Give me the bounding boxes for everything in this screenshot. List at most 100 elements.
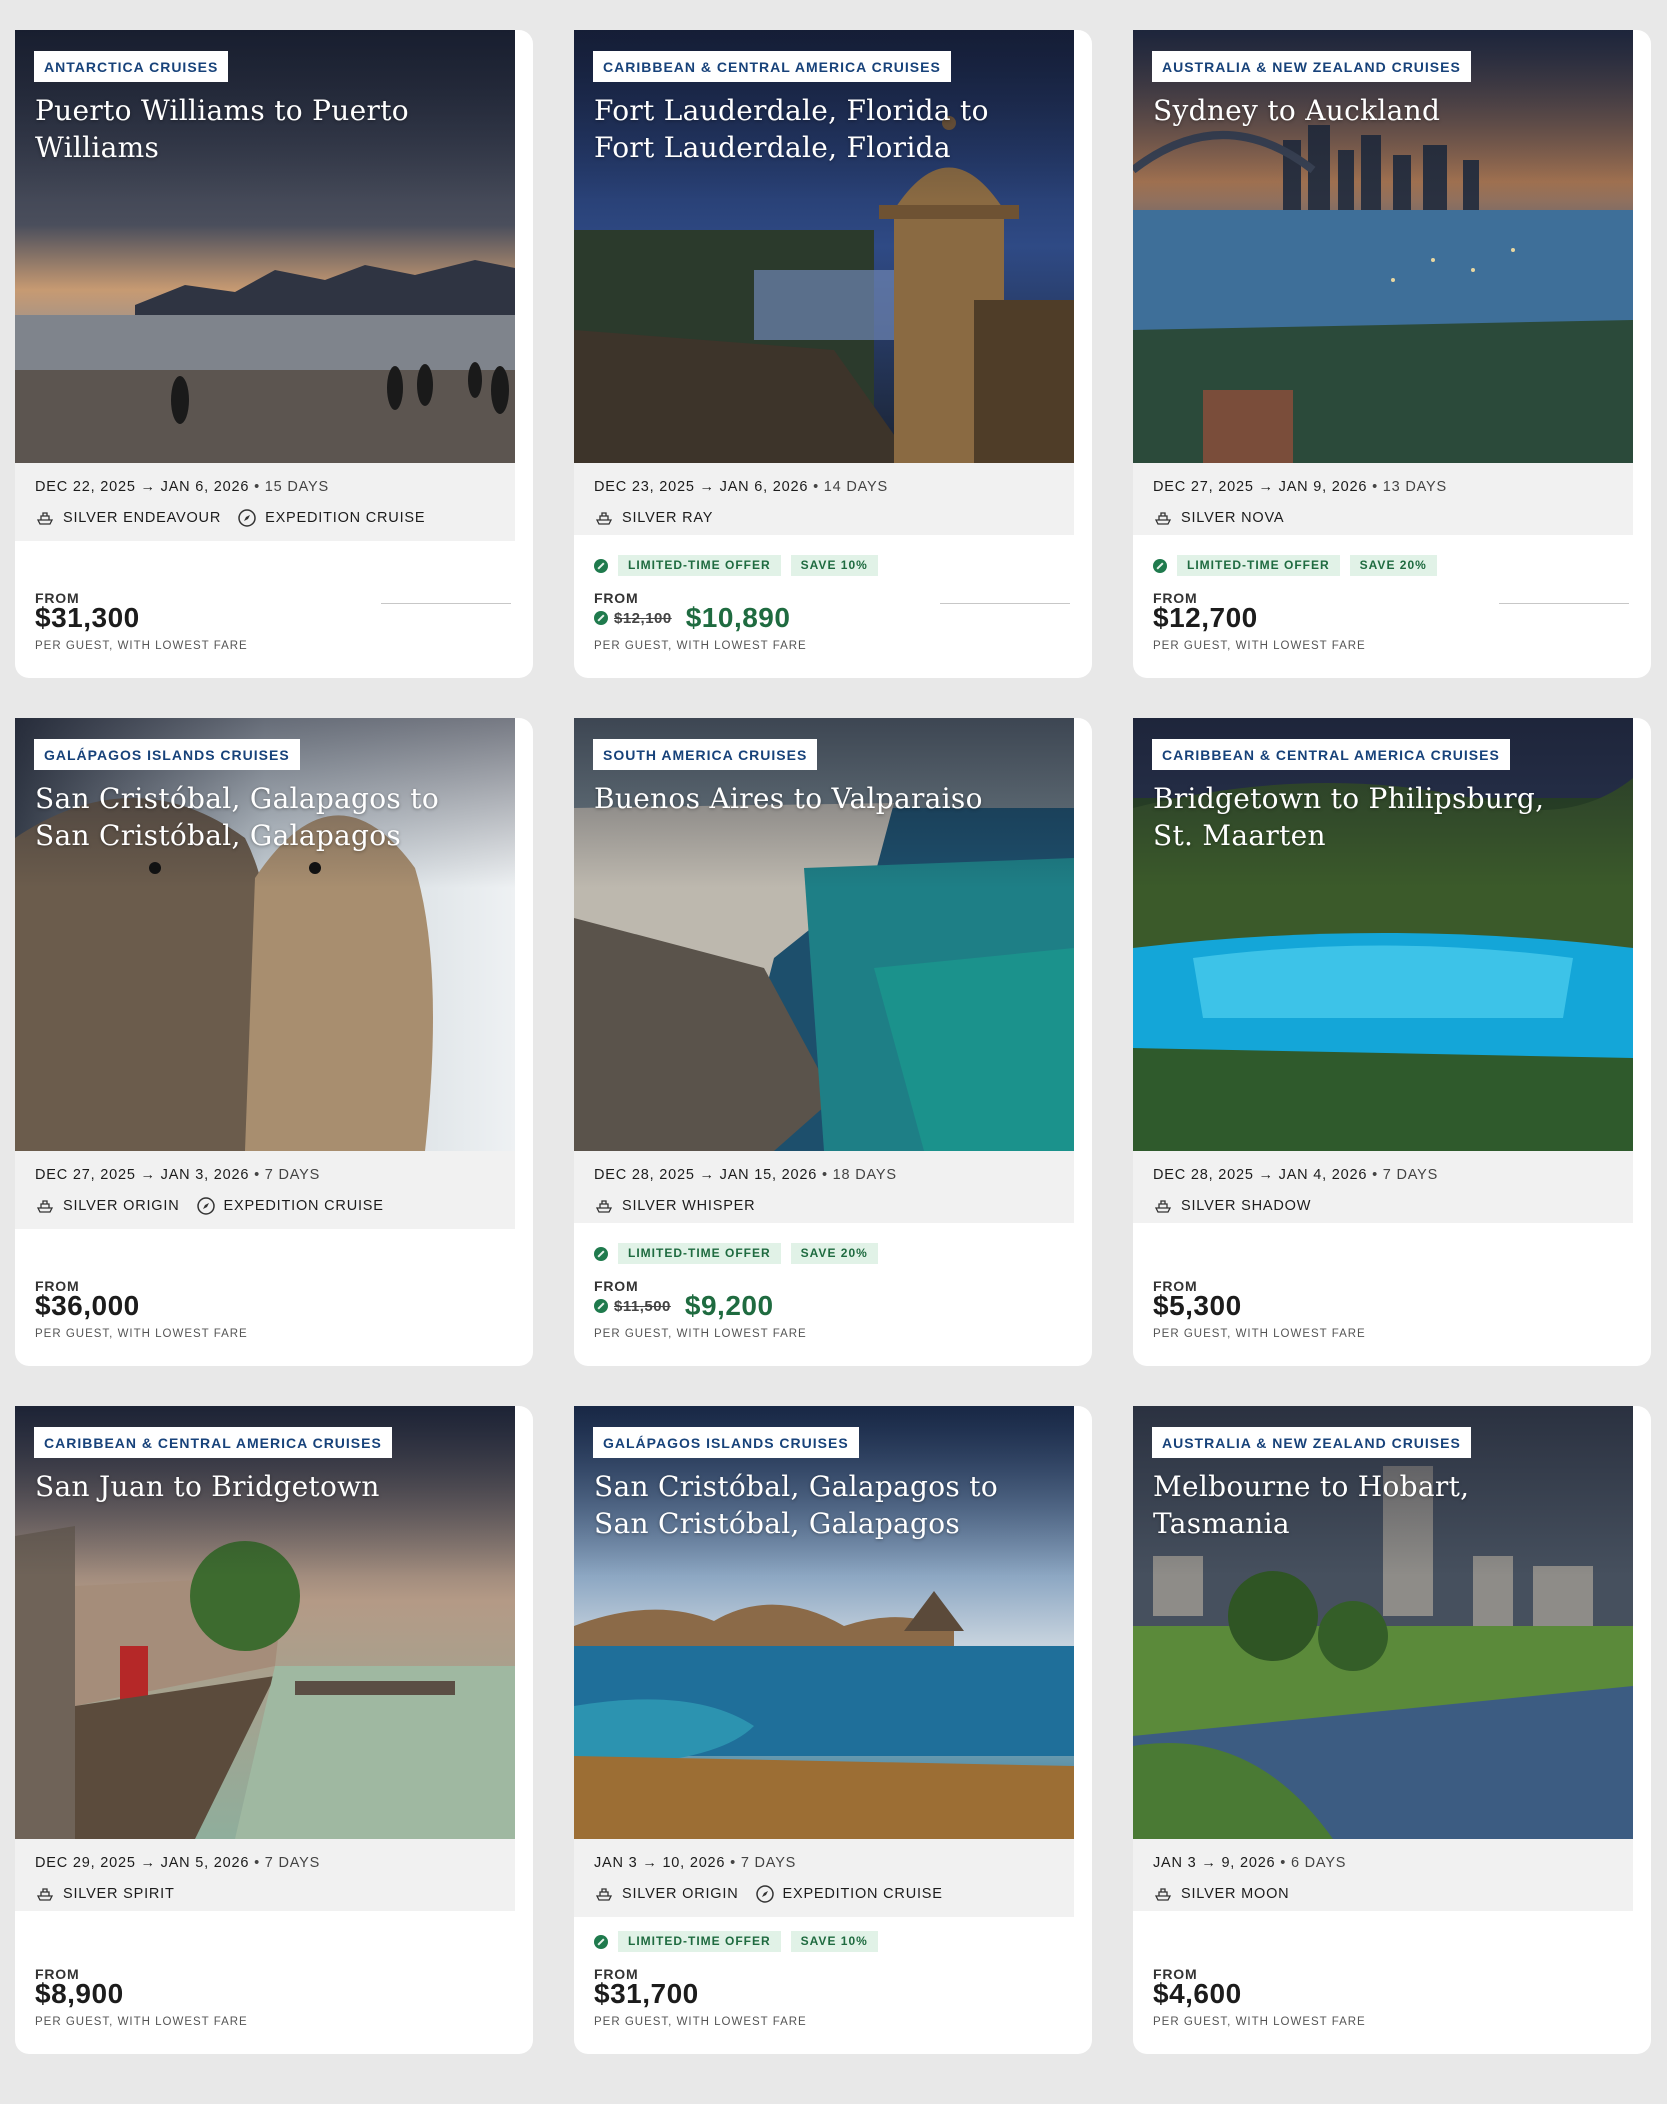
ship-name: SILVER SHADOW	[1181, 1198, 1312, 1214]
ship-icon	[1154, 1888, 1172, 1901]
cruise-card[interactable]: CARIBBEAN & CENTRAL AMERICA CRUISES San …	[15, 1406, 533, 2054]
cruise-info: DEC 27, 2025 → JAN 9, 2026 • 13 DAYS SIL…	[1133, 463, 1633, 535]
cruise-image: GALÁPAGOS ISLANDS CRUISES San Cristóbal,…	[15, 718, 515, 1151]
ship-icon	[1154, 512, 1172, 525]
cruise-card[interactable]: AUSTRALIA & NEW ZEALAND CRUISES Melbourn…	[1133, 1406, 1651, 2054]
save-badge: SAVE 10%	[790, 555, 878, 576]
ship-icon	[595, 1888, 613, 1901]
cruise-info: DEC 23, 2025 → JAN 6, 2026 • 14 DAYS SIL…	[574, 463, 1074, 535]
compass-icon	[238, 509, 256, 527]
cruise-image: AUSTRALIA & NEW ZEALAND CRUISES Melbourn…	[1133, 1406, 1633, 1839]
cruise-title: Sydney to Auckland	[1153, 94, 1441, 127]
offer-badges: LIMITED-TIME OFFER SAVE 20%	[594, 1243, 878, 1264]
divider	[940, 603, 1070, 604]
limited-offer-badge: LIMITED-TIME OFFER	[618, 555, 781, 576]
ship-icon	[36, 512, 54, 525]
compass-icon	[196, 1197, 215, 1215]
cruise-title: San Cristóbal, Galapagos to San Cristóba…	[594, 1470, 999, 1540]
cruise-dates: DEC 28, 2025 → JAN 15, 2026 • 18 DAYS	[594, 1167, 897, 1183]
divider	[1499, 603, 1629, 604]
price: $10,890	[685, 602, 791, 633]
price: $9,200	[684, 1290, 774, 1321]
cruise-card[interactable]: CARIBBEAN & CENTRAL AMERICA CRUISES Brid…	[1133, 718, 1651, 1366]
price: $8,900	[35, 1978, 124, 2009]
cruise-info: DEC 28, 2025 → JAN 4, 2026 • 7 DAYS SILV…	[1133, 1151, 1633, 1223]
cruise-dates: DEC 27, 2025 → JAN 9, 2026 • 13 DAYS	[1153, 479, 1447, 495]
cruise-dates: DEC 28, 2025 → JAN 4, 2026 • 7 DAYS	[1153, 1167, 1439, 1183]
ship-name: SILVER SPIRIT	[63, 1886, 175, 1902]
original-price: $11,500	[614, 1297, 671, 1315]
limited-offer-badge: LIMITED-TIME OFFER	[1177, 555, 1340, 576]
compass-icon	[755, 1885, 774, 1903]
cruise-title: Bridgetown to Philipsburg, St. Maarten	[1153, 782, 1545, 852]
cruise-image: AUSTRALIA & NEW ZEALAND CRUISES Sydney t…	[1133, 30, 1633, 463]
save-badge: SAVE 10%	[790, 1931, 878, 1952]
price: $31,300	[35, 602, 140, 633]
ship-icon	[36, 1888, 54, 1901]
fare-note: PER GUEST, WITH LOWEST FARE	[35, 2016, 248, 2028]
cruise-dates: DEC 29, 2025 → JAN 5, 2026 • 7 DAYS	[35, 1855, 321, 1871]
cruise-card[interactable]: ANTARCTICA CRUISES Puerto Williams to Pu…	[15, 30, 533, 678]
discount-icon	[594, 611, 608, 625]
cruise-image: CARIBBEAN & CENTRAL AMERICA CRUISES Fort…	[574, 30, 1074, 463]
offer-badges: LIMITED-TIME OFFER SAVE 20%	[1153, 555, 1437, 576]
region-tag: AUSTRALIA & NEW ZEALAND CRUISES	[1152, 51, 1471, 82]
ship-name: SILVER WHISPER	[622, 1198, 756, 1214]
cruise-title: San Cristóbal, Galapagos to San Cristóba…	[35, 782, 440, 852]
fare-note: PER GUEST, WITH LOWEST FARE	[594, 640, 807, 652]
cruise-card[interactable]: CARIBBEAN & CENTRAL AMERICA CRUISES Fort…	[574, 30, 1092, 678]
fare-note: PER GUEST, WITH LOWEST FARE	[35, 640, 248, 652]
limited-offer-badge: LIMITED-TIME OFFER	[618, 1243, 781, 1264]
ship-name: SILVER ORIGIN	[63, 1198, 180, 1214]
limited-offer-badge: LIMITED-TIME OFFER	[618, 1931, 781, 1952]
cruise-image: CARIBBEAN & CENTRAL AMERICA CRUISES Brid…	[1133, 718, 1633, 1151]
ship-icon	[595, 1200, 613, 1213]
save-badge: SAVE 20%	[790, 1243, 878, 1264]
cruise-dates: DEC 22, 2025 → JAN 6, 2026 • 15 DAYS	[35, 479, 329, 495]
cruise-title: Puerto Williams to Puerto Williams	[35, 94, 409, 164]
fare-note: PER GUEST, WITH LOWEST FARE	[1153, 1328, 1366, 1340]
cruise-info: DEC 29, 2025 → JAN 5, 2026 • 7 DAYS SILV…	[15, 1839, 515, 1911]
cruise-card[interactable]: SOUTH AMERICA CRUISES Buenos Aires to Va…	[574, 718, 1092, 1366]
expedition-label: EXPEDITION CRUISE	[265, 510, 426, 526]
region-tag: CARIBBEAN & CENTRAL AMERICA CRUISES	[34, 1427, 392, 1458]
ship-name: SILVER ENDEAVOUR	[63, 510, 222, 526]
price: $12,700	[1153, 602, 1258, 633]
ship-icon	[36, 1200, 54, 1213]
cruise-info: JAN 3 → 10, 2026 • 7 DAYS SILVER ORIGIN …	[574, 1839, 1074, 1917]
cruise-card[interactable]: GALÁPAGOS ISLANDS CRUISES San Cristóbal,…	[15, 718, 533, 1366]
cruise-title: Melbourne to Hobart, Tasmania	[1153, 1470, 1470, 1540]
ship-name: SILVER RAY	[622, 510, 714, 526]
expedition-label: EXPEDITION CRUISE	[223, 1198, 384, 1214]
cruise-grid: ANTARCTICA CRUISES Puerto Williams to Pu…	[15, 30, 1651, 2054]
ship-name: SILVER ORIGIN	[622, 1886, 739, 1902]
expedition-label: EXPEDITION CRUISE	[782, 1886, 943, 1902]
cruise-card[interactable]: AUSTRALIA & NEW ZEALAND CRUISES Sydney t…	[1133, 30, 1651, 678]
save-badge: SAVE 20%	[1349, 555, 1437, 576]
cruise-info: DEC 22, 2025 → JAN 6, 2026 • 15 DAYS SIL…	[15, 463, 515, 541]
ship-name: SILVER MOON	[1181, 1886, 1290, 1902]
cruise-dates: JAN 3 → 10, 2026 • 7 DAYS	[594, 1855, 797, 1871]
price: $4,600	[1153, 1978, 1242, 2009]
cruise-image: GALÁPAGOS ISLANDS CRUISES San Cristóbal,…	[574, 1406, 1074, 1839]
cruise-title: San Juan to Bridgetown	[35, 1470, 380, 1503]
discount-icon	[594, 1299, 608, 1313]
region-tag: GALÁPAGOS ISLANDS CRUISES	[34, 739, 300, 770]
cruise-dates: JAN 3 → 9, 2026 • 6 DAYS	[1153, 1855, 1347, 1871]
cruise-image: ANTARCTICA CRUISES Puerto Williams to Pu…	[15, 30, 515, 463]
cruise-image: SOUTH AMERICA CRUISES Buenos Aires to Va…	[574, 718, 1074, 1151]
offer-icon	[1153, 558, 1167, 573]
offer-badges: LIMITED-TIME OFFER SAVE 10%	[594, 555, 878, 576]
divider	[381, 603, 511, 604]
cruise-card[interactable]: GALÁPAGOS ISLANDS CRUISES San Cristóbal,…	[574, 1406, 1092, 2054]
cruise-dates: DEC 23, 2025 → JAN 6, 2026 • 14 DAYS	[594, 479, 888, 495]
cruise-info: DEC 27, 2025 → JAN 3, 2026 • 7 DAYS SILV…	[15, 1151, 515, 1229]
offer-icon	[594, 1246, 608, 1261]
region-tag: CARIBBEAN & CENTRAL AMERICA CRUISES	[593, 51, 951, 82]
fare-note: PER GUEST, WITH LOWEST FARE	[1153, 2016, 1366, 2028]
original-price: $12,100	[614, 609, 672, 627]
price: $31,700	[594, 1978, 699, 2009]
region-tag: ANTARCTICA CRUISES	[34, 51, 229, 82]
fare-note: PER GUEST, WITH LOWEST FARE	[594, 1328, 807, 1340]
region-tag: GALÁPAGOS ISLANDS CRUISES	[593, 1427, 859, 1458]
